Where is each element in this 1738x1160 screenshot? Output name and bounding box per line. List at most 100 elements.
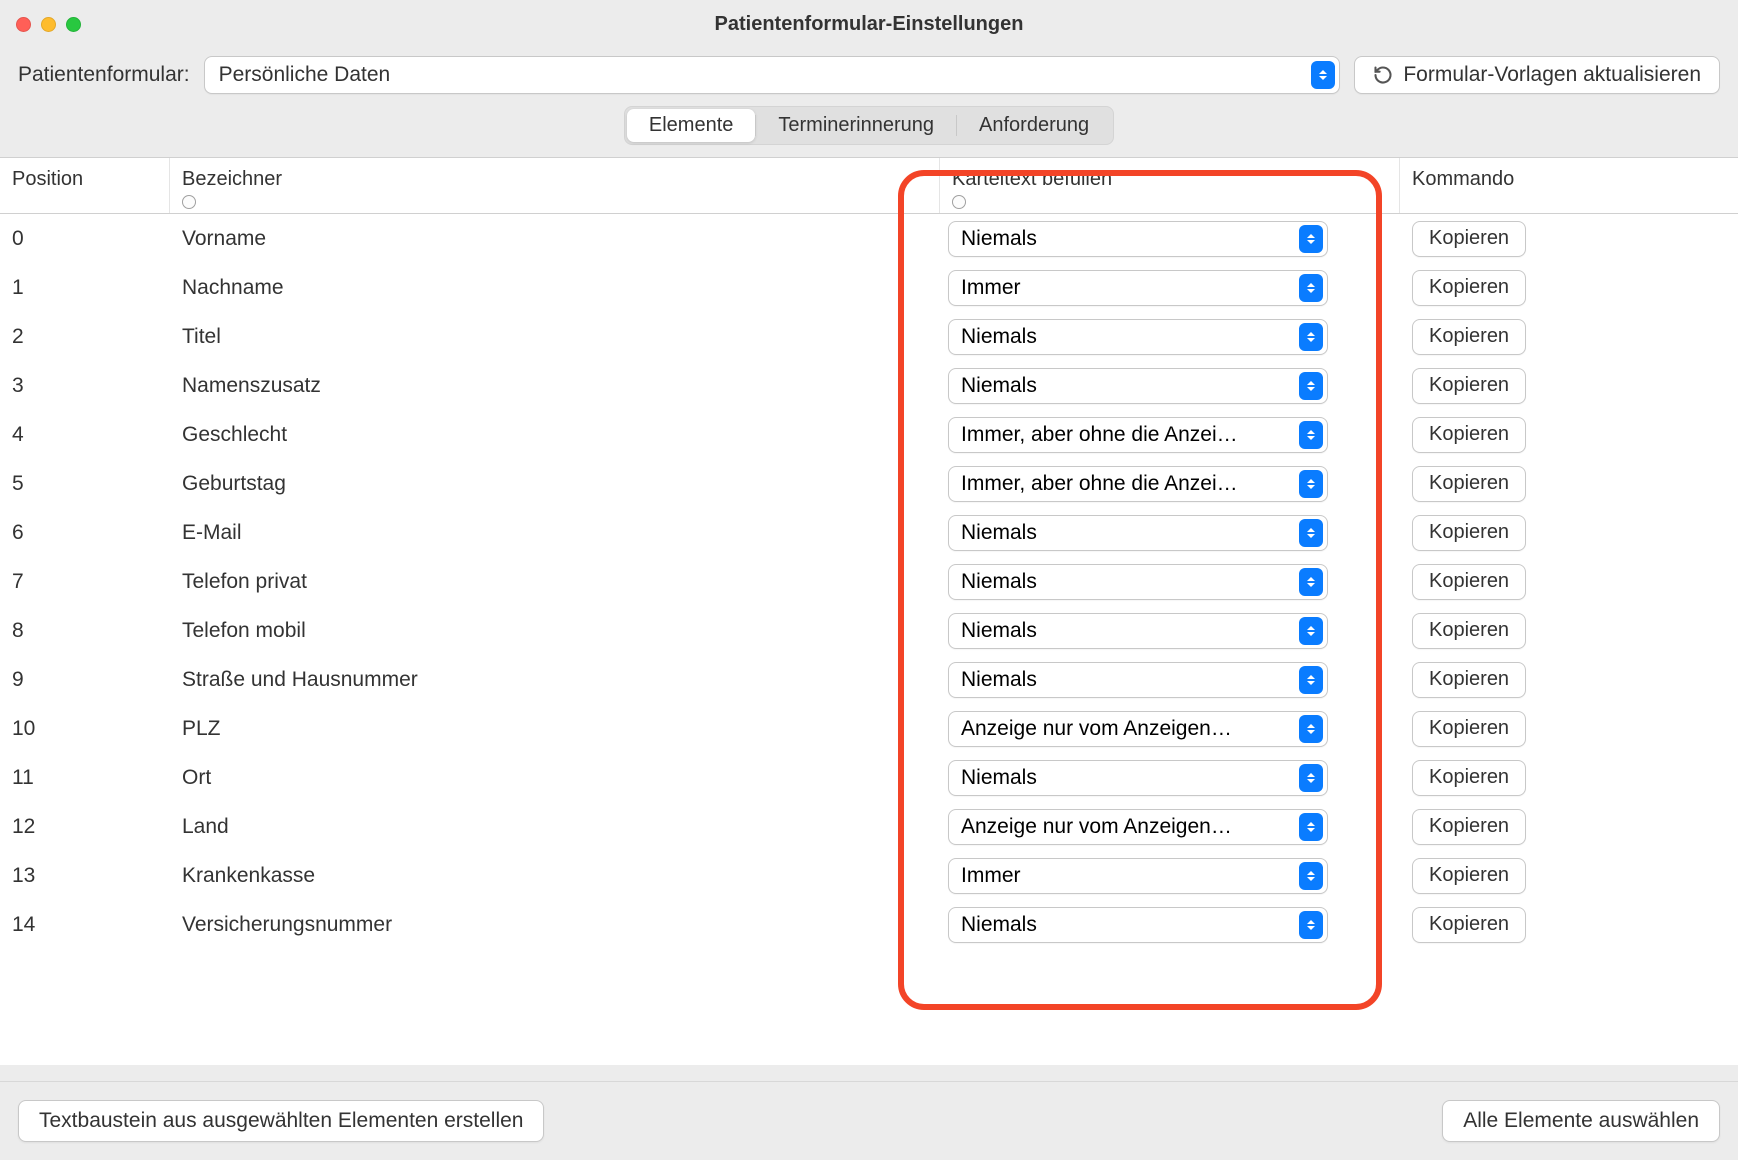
fill-card-text-select[interactable]: Niemals xyxy=(948,907,1328,943)
select-arrows-icon xyxy=(1299,274,1323,302)
fill-card-text-select[interactable]: Immer, aber ohne die Anzei… xyxy=(948,417,1328,453)
cell-identifier: Nachname xyxy=(170,276,940,300)
fill-card-text-select[interactable]: Immer xyxy=(948,270,1328,306)
create-textblock-button[interactable]: Textbaustein aus ausgewählten Elementen … xyxy=(18,1100,544,1142)
copy-button[interactable]: Kopieren xyxy=(1412,662,1526,698)
select-arrows-icon xyxy=(1311,61,1335,89)
fill-card-text-value: Niemals xyxy=(961,227,1287,251)
table-row[interactable]: 2TitelNiemalsKopieren xyxy=(0,312,1738,361)
cell-position: 6 xyxy=(0,521,170,545)
copy-button[interactable]: Kopieren xyxy=(1412,417,1526,453)
fill-card-text-value: Niemals xyxy=(961,325,1287,349)
tab-elements[interactable]: Elemente xyxy=(627,109,756,142)
fill-card-text-select[interactable]: Niemals xyxy=(948,221,1328,257)
table-row[interactable]: 7Telefon privatNiemalsKopieren xyxy=(0,557,1738,606)
cell-position: 11 xyxy=(0,766,170,790)
table-row[interactable]: 5GeburtstagImmer, aber ohne die Anzei…Ko… xyxy=(0,459,1738,508)
copy-button[interactable]: Kopieren xyxy=(1412,760,1526,796)
cell-position: 0 xyxy=(0,227,170,251)
window-minimize-button[interactable] xyxy=(41,17,56,32)
select-arrows-icon xyxy=(1299,225,1323,253)
copy-button[interactable]: Kopieren xyxy=(1412,907,1526,943)
table-row[interactable]: 10PLZ Anzeige nur vom Anzeigen… Kopieren xyxy=(0,704,1738,753)
copy-button[interactable]: Kopieren xyxy=(1412,711,1526,747)
table-row[interactable]: 13Krankenkasse Immer Kopieren xyxy=(0,851,1738,900)
copy-button[interactable]: Kopieren xyxy=(1412,368,1526,404)
tab-reminder[interactable]: Terminerinnerung xyxy=(756,109,956,142)
tab-requirement[interactable]: Anforderung xyxy=(957,109,1111,142)
table-row[interactable]: 1Nachname Immer Kopieren xyxy=(0,263,1738,312)
select-arrows-icon xyxy=(1299,813,1323,841)
copy-button[interactable]: Kopieren xyxy=(1412,319,1526,355)
cell-identifier: E-Mail xyxy=(170,521,940,545)
cell-position: 12 xyxy=(0,815,170,839)
select-arrows-icon xyxy=(1299,470,1323,498)
update-templates-label: Formular-Vorlagen aktualisieren xyxy=(1403,63,1701,87)
cell-position: 13 xyxy=(0,864,170,888)
fill-card-text-value: Niemals xyxy=(961,913,1287,937)
fill-card-text-value: Niemals xyxy=(961,766,1287,790)
copy-button[interactable]: Kopieren xyxy=(1412,564,1526,600)
select-arrows-icon xyxy=(1299,519,1323,547)
table-row[interactable]: 12Land Anzeige nur vom Anzeigen… Kopieren xyxy=(0,802,1738,851)
fill-card-text-select[interactable]: Immer xyxy=(948,858,1328,894)
cell-identifier: Land xyxy=(170,815,940,839)
fill-card-text-select[interactable]: Niemals xyxy=(948,368,1328,404)
cell-position: 9 xyxy=(0,668,170,692)
fill-card-text-select[interactable]: Immer, aber ohne die Anzei… xyxy=(948,466,1328,502)
table-row[interactable]: 11Ort Niemals Kopieren xyxy=(0,753,1738,802)
table-row[interactable]: 9Straße und Hausnummer Niemals Kopieren xyxy=(0,655,1738,704)
fill-card-text-select[interactable]: Niemals xyxy=(948,319,1328,355)
cell-identifier: PLZ xyxy=(170,717,940,741)
cell-identifier: Geburtstag xyxy=(170,472,940,496)
cell-position: 8 xyxy=(0,619,170,643)
column-header-identifier[interactable]: Bezeichner xyxy=(170,158,940,213)
fill-card-text-value: Niemals xyxy=(961,521,1287,545)
copy-button[interactable]: Kopieren xyxy=(1412,858,1526,894)
copy-button[interactable]: Kopieren xyxy=(1412,809,1526,845)
fill-card-text-select[interactable]: Anzeige nur vom Anzeigen… xyxy=(948,711,1328,747)
select-arrows-icon xyxy=(1299,862,1323,890)
table-row[interactable]: 3NamenszusatzNiemalsKopieren xyxy=(0,361,1738,410)
select-arrows-icon xyxy=(1299,372,1323,400)
copy-button[interactable]: Kopieren xyxy=(1412,613,1526,649)
copy-button[interactable]: Kopieren xyxy=(1412,270,1526,306)
table-row[interactable]: 6E-Mail Niemals Kopieren xyxy=(0,508,1738,557)
column-header-fill-card-text[interactable]: Karteitext befüllen xyxy=(940,158,1400,213)
fill-card-text-select[interactable]: Niemals xyxy=(948,662,1328,698)
fill-card-text-value: Anzeige nur vom Anzeigen… xyxy=(961,717,1287,741)
copy-button[interactable]: Kopieren xyxy=(1412,221,1526,257)
select-arrows-icon xyxy=(1299,666,1323,694)
select-all-elements-button[interactable]: Alle Elemente auswählen xyxy=(1442,1100,1720,1142)
cell-identifier: Straße und Hausnummer xyxy=(170,668,940,692)
window-close-button[interactable] xyxy=(16,17,31,32)
column-header-command[interactable]: Kommando xyxy=(1400,158,1738,213)
table-row[interactable]: 8Telefon mobilNiemalsKopieren xyxy=(0,606,1738,655)
copy-button[interactable]: Kopieren xyxy=(1412,515,1526,551)
fill-card-text-value: Anzeige nur vom Anzeigen… xyxy=(961,815,1287,839)
update-templates-button[interactable]: Formular-Vorlagen aktualisieren xyxy=(1354,56,1720,94)
fill-card-text-select[interactable]: Niemals xyxy=(948,564,1328,600)
table-row[interactable]: 0VornameNiemalsKopieren xyxy=(0,214,1738,263)
window-title: Patientenformular-Einstellungen xyxy=(715,13,1024,36)
fill-card-text-select[interactable]: Niemals xyxy=(948,613,1328,649)
fill-card-text-value: Niemals xyxy=(961,619,1287,643)
copy-button[interactable]: Kopieren xyxy=(1412,466,1526,502)
column-header-position[interactable]: Position xyxy=(0,158,170,213)
cell-identifier: Versicherungsnummer xyxy=(170,913,940,937)
form-select[interactable]: Persönliche Daten xyxy=(204,56,1341,94)
window-maximize-button[interactable] xyxy=(66,17,81,32)
cell-identifier: Telefon privat xyxy=(170,570,940,594)
cell-identifier: Ort xyxy=(170,766,940,790)
cell-identifier: Krankenkasse xyxy=(170,864,940,888)
fill-card-text-select[interactable]: Anzeige nur vom Anzeigen… xyxy=(948,809,1328,845)
cell-position: 1 xyxy=(0,276,170,300)
table-row[interactable]: 4GeschlechtImmer, aber ohne die Anzei…Ko… xyxy=(0,410,1738,459)
fill-card-text-select[interactable]: Niemals xyxy=(948,515,1328,551)
fill-card-text-value: Immer xyxy=(961,864,1287,888)
cell-position: 4 xyxy=(0,423,170,447)
table-row[interactable]: 14VersicherungsnummerNiemalsKopieren xyxy=(0,900,1738,949)
fill-card-text-select[interactable]: Niemals xyxy=(948,760,1328,796)
cell-position: 10 xyxy=(0,717,170,741)
select-arrows-icon xyxy=(1299,764,1323,792)
